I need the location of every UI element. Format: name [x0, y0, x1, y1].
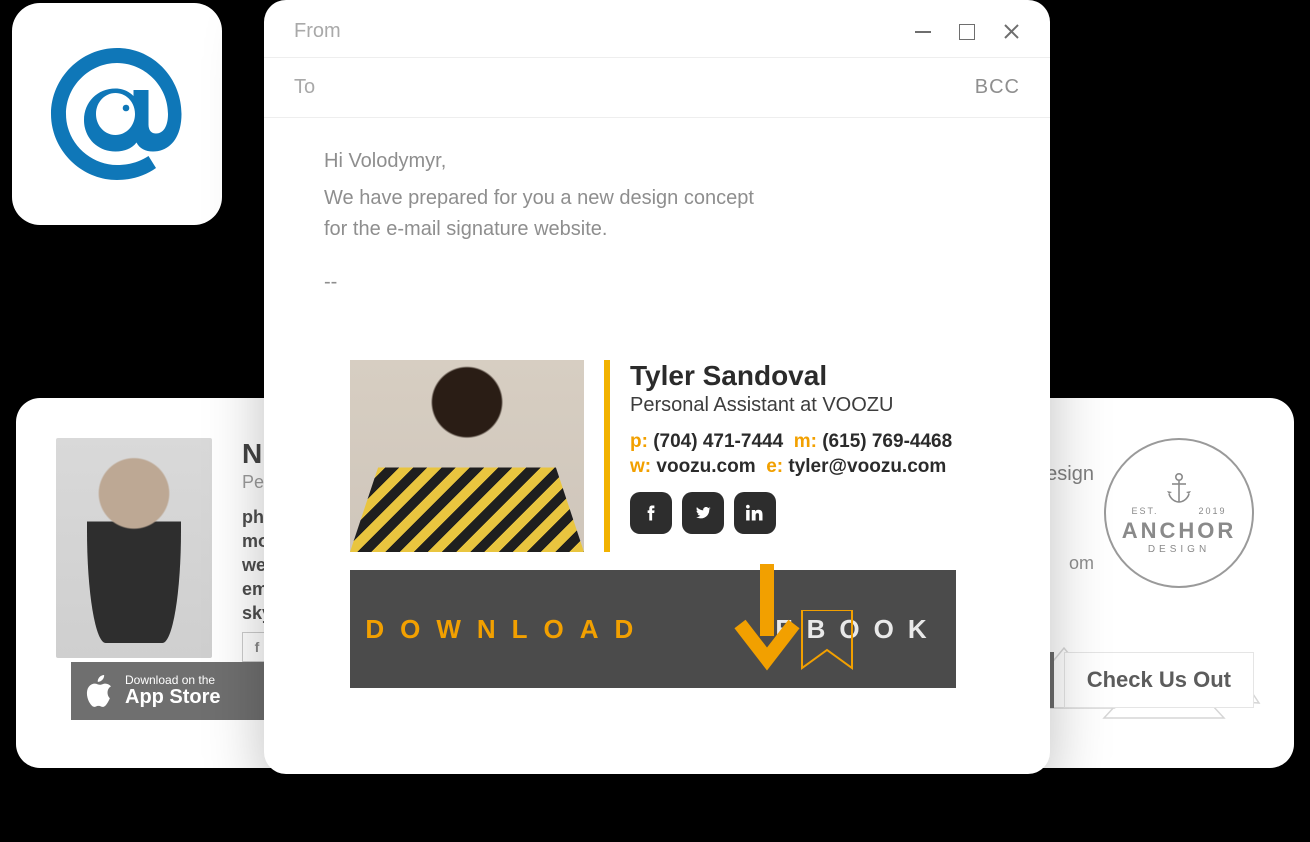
bcc-toggle[interactable]: BCC — [975, 76, 1020, 99]
email-signature: Tyler Sandoval Personal Assistant at VOO… — [350, 360, 960, 688]
anchor-icon — [1166, 472, 1192, 506]
app-store-small-text: Download on the — [125, 674, 221, 686]
body-line1: We have prepared for you a new design co… — [324, 183, 990, 214]
twitter-link[interactable] — [682, 492, 724, 534]
anchor-logo: EST.2019 ANCHOR DESIGN — [1104, 438, 1254, 588]
ribbon-icon — [800, 610, 854, 680]
to-label[interactable]: To — [294, 76, 315, 99]
body-line2: for the e-mail signature website. — [324, 214, 990, 245]
apple-icon — [85, 675, 113, 707]
window-minimize-button[interactable] — [914, 23, 932, 41]
close-icon — [1004, 24, 1019, 39]
compose-window: From To BCC Hi Volodymyr, We have prepar… — [264, 0, 1050, 774]
app-store-big-text: App Store — [125, 686, 221, 708]
signature-role: Personal Assistant at VOOZU — [630, 394, 960, 417]
signature-contact-row-2: w: voozu.com e: tyler@voozu.com — [630, 456, 960, 478]
linkedin-icon — [746, 504, 764, 522]
window-close-button[interactable] — [1002, 23, 1020, 41]
signature-divider — [604, 360, 610, 552]
facebook-link[interactable] — [630, 492, 672, 534]
facebook-icon — [642, 504, 660, 522]
twitter-icon — [694, 504, 712, 522]
body-greeting: Hi Volodymyr, — [324, 146, 990, 177]
app-store-button[interactable]: Download on the App Store — [71, 662, 267, 720]
window-maximize-button[interactable] — [958, 23, 976, 41]
message-body[interactable]: Hi Volodymyr, We have prepared for you a… — [264, 118, 1050, 332]
banner-word-download: DOWNLOAD — [365, 614, 649, 645]
mailbird-at-icon — [42, 39, 192, 189]
linkedin-link[interactable] — [734, 492, 776, 534]
body-separator: -- — [324, 267, 990, 298]
check-us-out-button[interactable]: Check Us Out — [1064, 652, 1254, 708]
download-arrow-icon — [732, 564, 802, 684]
bg-left-avatar — [56, 438, 212, 658]
download-ebook-banner[interactable]: DOWNLOAD EBOOK — [350, 570, 956, 688]
signature-contact-row-1: p: (704) 471-7444 m: (615) 769-4468 — [630, 431, 960, 453]
signature-name: Tyler Sandoval — [630, 360, 960, 392]
from-label[interactable]: From — [294, 20, 341, 43]
mailbird-logo-tile — [12, 3, 222, 225]
signature-avatar — [350, 360, 584, 552]
